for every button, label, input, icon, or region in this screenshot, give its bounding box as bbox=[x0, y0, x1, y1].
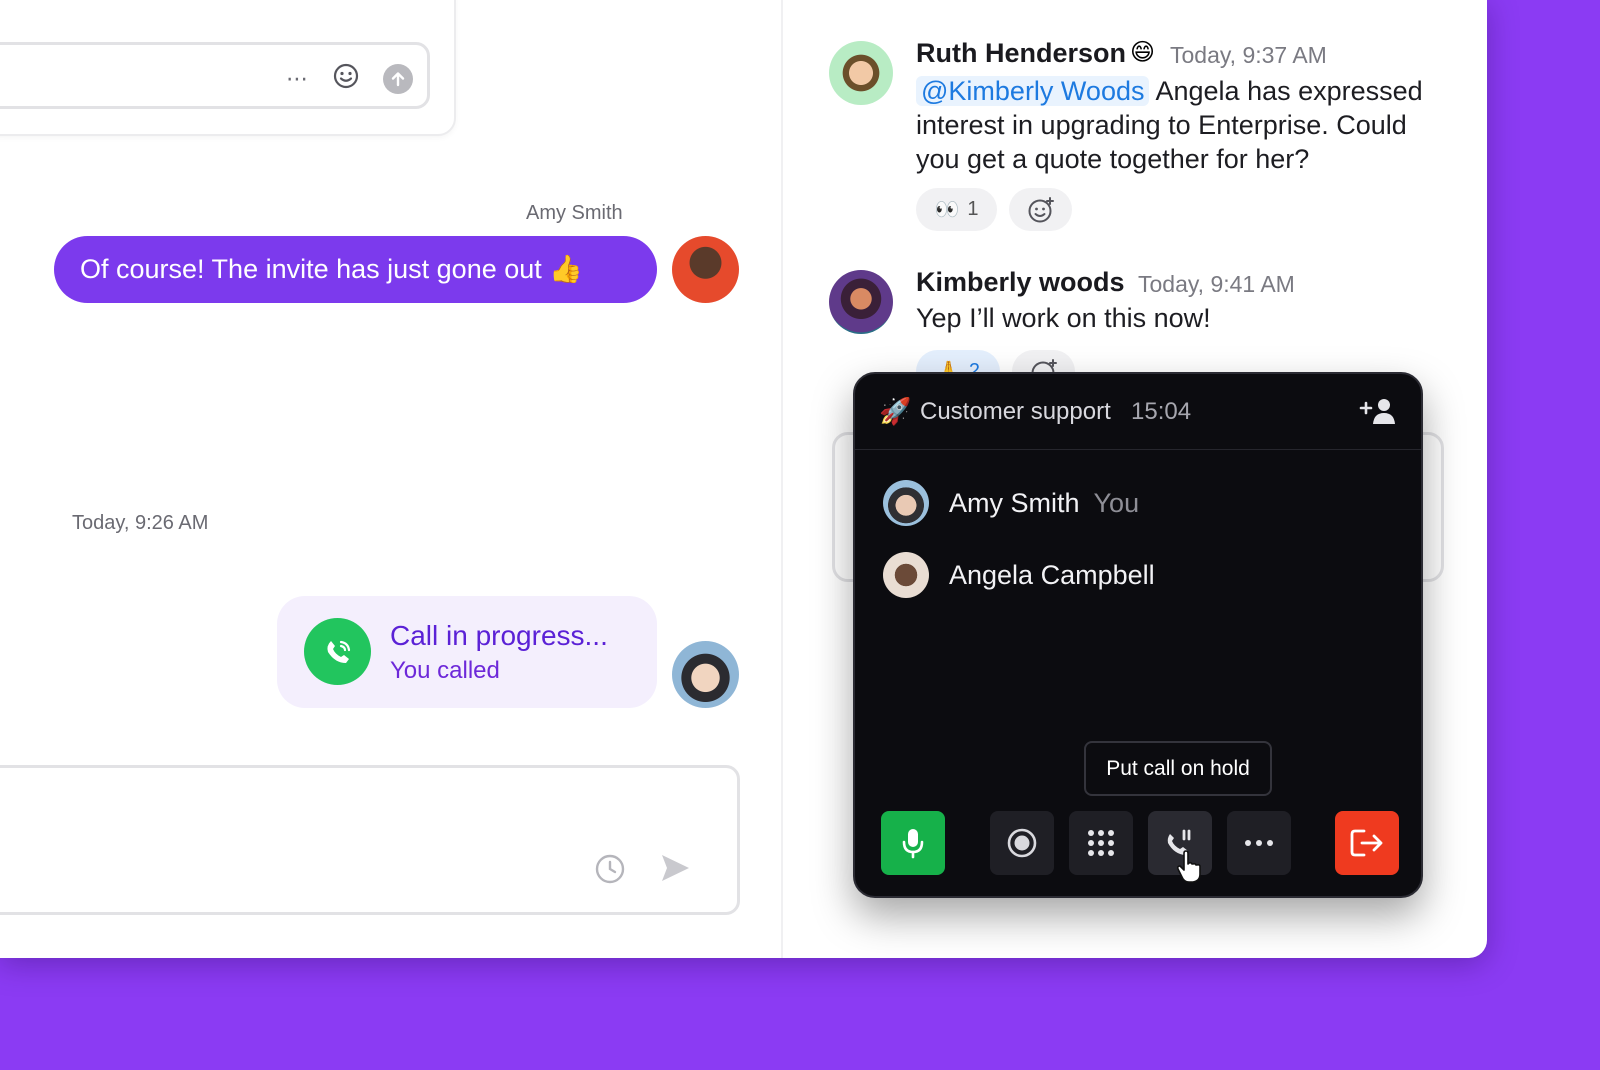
add-participant-icon[interactable] bbox=[1359, 396, 1397, 431]
add-reaction-button[interactable] bbox=[1009, 188, 1072, 231]
status-emoji: 😄 bbox=[1130, 39, 1156, 66]
send-up-arrow-icon[interactable] bbox=[383, 63, 413, 94]
participant-name: Amy Smith bbox=[949, 487, 1080, 518]
message-author: Kimberly woods bbox=[916, 267, 1125, 297]
call-timer: 15:04 bbox=[1131, 398, 1192, 425]
sender-name: Amy Smith bbox=[526, 202, 623, 224]
user-mention[interactable]: @Kimberly Woods bbox=[916, 76, 1150, 106]
message-time: Today, 9:37 AM bbox=[1170, 42, 1327, 68]
record-button[interactable] bbox=[990, 811, 1054, 875]
composer-card: ⋯ bbox=[0, 0, 456, 136]
avatar bbox=[883, 552, 929, 598]
record-icon bbox=[1007, 828, 1037, 858]
add-reaction-icon bbox=[1028, 196, 1054, 222]
call-status-subtitle: You called bbox=[390, 657, 500, 684]
reply-input[interactable] bbox=[0, 765, 740, 915]
participant-row: Angela Campbell bbox=[883, 552, 1155, 598]
avatar bbox=[883, 480, 929, 526]
outgoing-message-bubble: Of course! The invite has just gone out … bbox=[54, 236, 657, 303]
message-text: Yep I’ll work on this now! bbox=[916, 303, 1211, 333]
rocket-icon: 🚀 bbox=[879, 396, 912, 426]
phone-call-icon bbox=[304, 618, 371, 685]
avatar bbox=[672, 641, 739, 708]
avatar bbox=[672, 236, 739, 303]
call-in-progress-card[interactable]: Call in progress... You called bbox=[277, 596, 657, 708]
microphone-button[interactable] bbox=[881, 811, 945, 875]
message-body: @Kimberly Woods Angela has expressed int… bbox=[916, 74, 1456, 176]
more-horizontal-icon bbox=[1245, 840, 1273, 846]
leave-call-button[interactable] bbox=[1335, 811, 1399, 875]
message-author: Ruth Henderson bbox=[916, 38, 1127, 68]
schedule-clock-icon[interactable] bbox=[593, 852, 627, 891]
reaction-emoji: 👀 bbox=[934, 199, 960, 221]
microphone-icon bbox=[902, 829, 924, 859]
call-panel-header: 🚀 Customer support 15:04 bbox=[855, 374, 1421, 450]
emoji-icon[interactable] bbox=[331, 61, 361, 96]
message-time: Today, 9:41 AM bbox=[1138, 271, 1295, 297]
more-options-button[interactable] bbox=[1227, 811, 1291, 875]
keypad-button[interactable] bbox=[1069, 811, 1133, 875]
send-icon[interactable] bbox=[657, 850, 693, 891]
channel-title: Customer support bbox=[920, 398, 1111, 425]
participant-row: Amy Smith You bbox=[883, 480, 1139, 526]
message-composer[interactable]: ⋯ bbox=[0, 42, 430, 109]
keypad-icon bbox=[1088, 830, 1114, 856]
reaction-count: 1 bbox=[967, 198, 979, 220]
call-status-title: Call in progress... bbox=[390, 620, 608, 651]
app-window: ⋯ Amy Smith Of course! The invite has ju… bbox=[0, 0, 1487, 958]
reaction-pill[interactable]: 👀 1 bbox=[916, 188, 997, 231]
call-panel: 🚀 Customer support 15:04 Amy Smith You A… bbox=[853, 372, 1423, 898]
exit-icon bbox=[1350, 829, 1383, 857]
avatar bbox=[829, 270, 893, 334]
pane-divider bbox=[781, 0, 783, 958]
participant-tag: You bbox=[1093, 487, 1140, 518]
hold-tooltip: Put call on hold bbox=[1084, 741, 1272, 796]
composer-tools: ⋯ bbox=[286, 61, 413, 96]
message-timestamp: Today, 9:26 AM bbox=[72, 512, 209, 534]
avatar bbox=[829, 41, 893, 105]
hand-pointer-icon bbox=[1176, 850, 1204, 889]
more-options-icon[interactable]: ⋯ bbox=[286, 64, 309, 94]
participant-name: Angela Campbell bbox=[949, 559, 1155, 590]
